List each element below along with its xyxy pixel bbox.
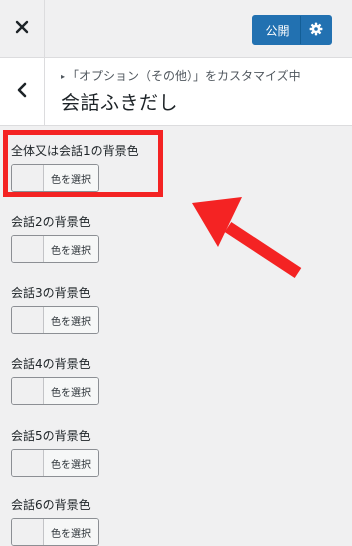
select-color-button[interactable]: 色を選択 [11, 449, 99, 477]
section-title: 会話ふきだし [61, 92, 179, 114]
select-color-button[interactable]: 色を選択 [11, 518, 99, 546]
publish-settings-button[interactable] [300, 16, 331, 44]
select-color-label: 色を選択 [44, 519, 98, 545]
select-color-button[interactable]: 色を選択 [11, 306, 99, 334]
back-button[interactable] [0, 58, 45, 125]
publish-button[interactable]: 公開 [253, 16, 300, 44]
section-header: ▸ 「オプション（その他）」をカスタマイズ中 会話ふきだし [0, 58, 352, 126]
select-color-label: 色を選択 [44, 378, 98, 404]
color-swatch [12, 236, 44, 262]
annotation-arrow-icon [192, 197, 302, 279]
gear-icon [309, 21, 323, 40]
breadcrumb: ▸ 「オプション（その他）」をカスタマイズ中 [61, 67, 301, 84]
control-label: 会話2の背景色 [11, 215, 91, 229]
select-color-button[interactable]: 色を選択 [11, 235, 99, 263]
chevron-left-icon [17, 82, 27, 102]
breadcrumb-text: 「オプション（その他）」をカスタマイズ中 [67, 69, 301, 83]
color-swatch [12, 307, 44, 333]
color-swatch [12, 450, 44, 476]
close-icon [15, 19, 29, 38]
breadcrumb-arrow-icon: ▸ [61, 72, 66, 81]
select-color-label: 色を選択 [44, 450, 98, 476]
customizer-topbar: 公開 [0, 0, 352, 58]
color-swatch [12, 519, 44, 545]
publish-button-group: 公開 [252, 15, 332, 45]
select-color-label: 色を選択 [44, 307, 98, 333]
select-color-label: 色を選択 [44, 236, 98, 262]
close-button[interactable] [0, 0, 45, 57]
control-label: 会話5の背景色 [11, 429, 91, 443]
color-swatch [12, 378, 44, 404]
select-color-button[interactable]: 色を選択 [11, 377, 99, 405]
control-label: 会話6の背景色 [11, 498, 91, 512]
control-label: 会話3の背景色 [11, 286, 91, 300]
highlight-box [3, 130, 163, 197]
control-label: 会話4の背景色 [11, 357, 91, 371]
